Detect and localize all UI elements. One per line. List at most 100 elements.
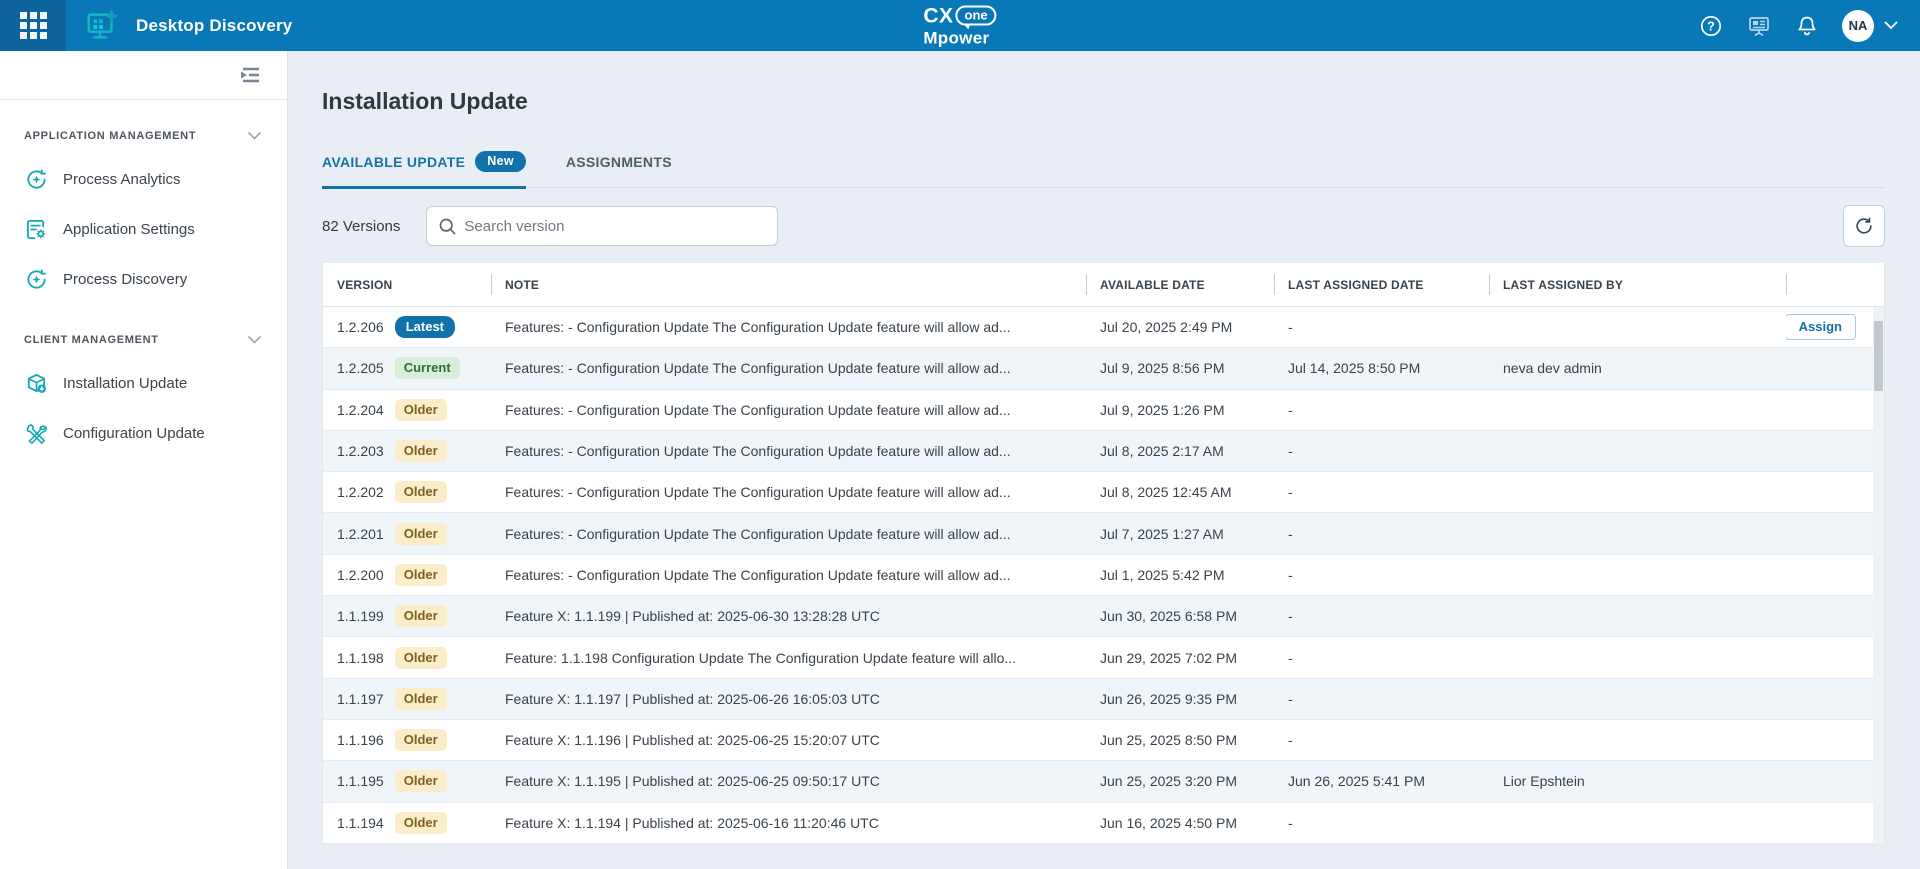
note-text: Features: - Configuration Update The Con… <box>491 484 1086 500</box>
table-row[interactable]: 1.1.198OlderFeature: 1.1.198 Configurati… <box>323 637 1884 678</box>
status-badge: Older <box>395 770 447 792</box>
version-number: 1.1.198 <box>337 650 384 666</box>
sidebar-item-application-settings[interactable]: Application Settings <box>0 204 287 254</box>
available-date: Jun 16, 2025 4:50 PM <box>1086 815 1274 831</box>
table-row[interactable]: 1.1.194 Older Feature X: 1.1.194 | Publish… <box>323 803 1884 844</box>
search-version-box[interactable] <box>426 206 778 246</box>
table-body: 1.2.206LatestFeatures: - Configuration U… <box>323 307 1884 844</box>
assign-button[interactable]: Assign <box>1786 314 1856 340</box>
sidebar-item-installation-update[interactable]: Installation Update <box>0 358 287 408</box>
available-date: Jul 20, 2025 2:49 PM <box>1086 319 1274 335</box>
note-text: Feature X: 1.1.196 | Published at: 2025-… <box>491 732 1086 748</box>
available-date: Jul 9, 2025 8:56 PM <box>1086 360 1274 376</box>
main-content: Installation Update AVAILABLE UPDATE New… <box>288 51 1920 869</box>
refresh-button[interactable] <box>1843 205 1885 247</box>
presentation-icon[interactable] <box>1746 13 1772 39</box>
status-badge: Current <box>395 357 460 379</box>
status-badge: Older <box>395 812 447 834</box>
top-navigation-bar: Desktop Discovery CX one Mpower ? <box>0 0 1920 51</box>
note-text: Features: - Configuration Update The Con… <box>491 360 1086 376</box>
search-icon <box>439 218 456 235</box>
table-row[interactable]: 1.2.201OlderFeatures: - Configuration Up… <box>323 513 1884 554</box>
column-header-last-assigned-date: LAST ASSIGNED DATE <box>1274 263 1489 306</box>
table-row[interactable]: 1.2.200OlderFeatures: - Configuration Up… <box>323 555 1884 596</box>
section-client-management[interactable]: CLIENT MANAGEMENT <box>0 334 287 346</box>
chevron-down-icon <box>248 336 261 344</box>
row-actions: Assign <box>1786 314 1872 340</box>
user-avatar[interactable]: NA <box>1842 10 1874 42</box>
column-header-available-date: AVAILABLE DATE <box>1086 263 1274 306</box>
table-row[interactable]: 1.2.205 Current Features: - Configuration … <box>323 348 1884 389</box>
table-row[interactable]: 1.2.202OlderFeatures: - Configuration Up… <box>323 472 1884 513</box>
table-row[interactable]: 1.1.195OlderFeature X: 1.1.195 | Publish… <box>323 761 1884 802</box>
sidebar-item-label: Configuration Update <box>63 425 205 442</box>
available-date: Jul 9, 2025 1:26 PM <box>1086 402 1274 418</box>
note-text: Features: - Configuration Update The Con… <box>491 319 1086 335</box>
note-text: Feature X: 1.1.194 | Published at: 2025-… <box>491 815 1086 831</box>
section-application-management[interactable]: APPLICATION MANAGEMENT <box>0 130 287 142</box>
sidebar-item-process-analytics[interactable]: Process Analytics <box>0 154 287 204</box>
last-assigned-date: - <box>1274 815 1489 831</box>
last-assigned-date: Jun 26, 2025 5:41 PM <box>1274 773 1489 789</box>
last-assigned-date: - <box>1274 567 1489 583</box>
scrollbar-thumb[interactable] <box>1874 321 1883 391</box>
chevron-down-icon <box>248 132 261 140</box>
sidebar-collapse-icon[interactable] <box>239 66 261 84</box>
app-title: Desktop Discovery <box>136 16 292 36</box>
table-row[interactable]: 1.1.199OlderFeature X: 1.1.199 | Publish… <box>323 596 1884 637</box>
new-badge: New <box>475 151 526 172</box>
version-number: 1.2.201 <box>337 526 384 542</box>
sidebar: APPLICATION MANAGEMENT Process Analytics <box>0 51 288 869</box>
last-assigned-date: - <box>1274 608 1489 624</box>
status-badge: Older <box>395 523 447 545</box>
versions-count: 82 Versions <box>322 218 400 235</box>
table-toolbar: 82 Versions <box>322 205 1885 247</box>
version-number: 1.1.195 <box>337 773 384 789</box>
sidebar-item-process-discovery[interactable]: Process Discovery <box>0 254 287 304</box>
desktop-discovery-logo-icon <box>82 6 122 46</box>
sidebar-item-label: Process Discovery <box>63 271 187 288</box>
version-number: 1.2.205 <box>337 360 384 376</box>
table-row[interactable]: 1.1.197OlderFeature X: 1.1.197 | Publish… <box>323 679 1884 720</box>
status-badge: Older <box>395 729 447 751</box>
cxone-mpower-logo: CX one Mpower <box>923 5 996 46</box>
note-text: Feature: 1.1.198 Configuration Update Th… <box>491 650 1086 666</box>
note-text: Features: - Configuration Update The Con… <box>491 443 1086 459</box>
version-number: 1.2.200 <box>337 567 384 583</box>
table-row[interactable]: 1.2.206LatestFeatures: - Configuration U… <box>323 307 1884 348</box>
version-number: 1.2.204 <box>337 402 384 418</box>
version-number: 1.1.194 <box>337 815 384 831</box>
table-scrollbar[interactable] <box>1873 307 1884 844</box>
tab-available-update[interactable]: AVAILABLE UPDATE New <box>322 151 526 189</box>
table-row[interactable]: 1.1.196 Older Feature X: 1.1.196 | Publish… <box>323 720 1884 761</box>
column-header-version: VERSION <box>323 263 491 306</box>
process-discovery-icon <box>24 267 48 291</box>
application-settings-icon <box>24 217 48 241</box>
sidebar-item-configuration-update[interactable]: Configuration Update <box>0 408 287 458</box>
table-row[interactable]: 1.2.204OlderFeatures: - Configuration Up… <box>323 390 1884 431</box>
version-number: 1.1.199 <box>337 608 384 624</box>
installation-update-icon <box>24 371 48 395</box>
available-date: Jul 7, 2025 1:27 AM <box>1086 526 1274 542</box>
tab-assignments[interactable]: ASSIGNMENTS <box>566 154 672 184</box>
versions-table: VERSION NOTE AVAILABLE DATE LAST ASSIGNE… <box>322 263 1885 845</box>
note-text: Feature X: 1.1.199 | Published at: 2025-… <box>491 608 1086 624</box>
search-input[interactable] <box>464 218 765 235</box>
user-menu-chevron-icon[interactable] <box>1884 21 1898 30</box>
help-icon[interactable]: ? <box>1698 13 1724 39</box>
last-assigned-date: - <box>1274 650 1489 666</box>
available-date: Jun 25, 2025 8:50 PM <box>1086 732 1274 748</box>
table-row[interactable]: 1.2.203OlderFeatures: - Configuration Up… <box>323 431 1884 472</box>
last-assigned-date: - <box>1274 691 1489 707</box>
sidebar-item-label: Application Settings <box>63 221 195 238</box>
notifications-bell-icon[interactable] <box>1794 13 1820 39</box>
last-assigned-date: - <box>1274 732 1489 748</box>
last-assigned-date: - <box>1274 319 1489 335</box>
status-badge: Older <box>395 564 447 586</box>
status-badge: Older <box>395 399 447 421</box>
page-title: Installation Update <box>322 88 1885 115</box>
column-header-note: NOTE <box>491 263 1086 306</box>
available-date: Jun 26, 2025 9:35 PM <box>1086 691 1274 707</box>
app-launcher-button[interactable] <box>0 0 66 51</box>
version-number: 1.1.196 <box>337 732 384 748</box>
